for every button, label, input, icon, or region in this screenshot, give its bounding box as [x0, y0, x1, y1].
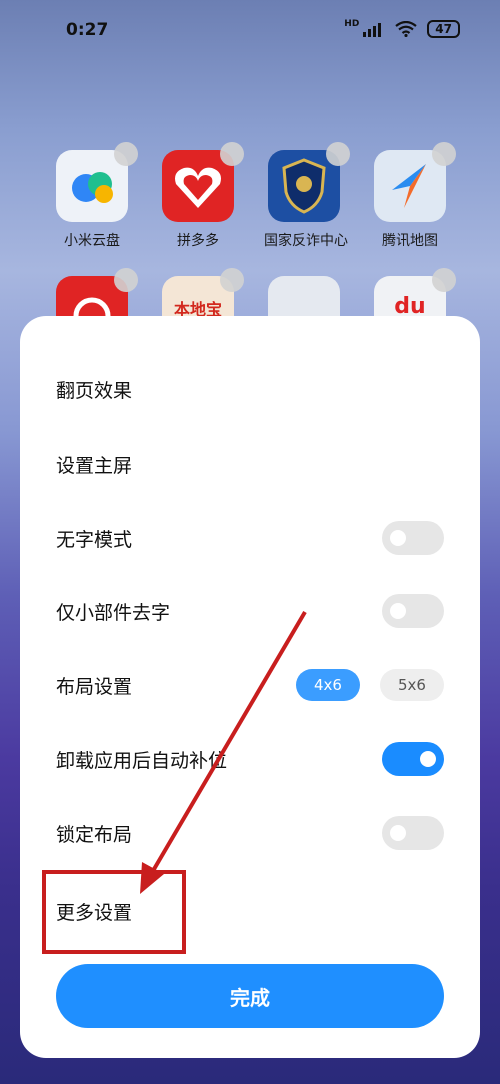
done-button[interactable]: 完成 — [56, 964, 444, 1028]
app-tencent-map[interactable]: 腾讯地图 — [370, 142, 456, 250]
pinduoduo-icon — [162, 142, 244, 222]
row-home-screen[interactable]: 设置主屏 — [56, 439, 444, 489]
remove-badge[interactable] — [432, 268, 456, 292]
remove-badge[interactable] — [114, 268, 138, 292]
wifi-icon — [395, 21, 417, 37]
layout-selector: 4x6 5x6 — [296, 669, 444, 701]
row-layout: 布局设置 4x6 5x6 — [56, 660, 444, 710]
map-icon — [374, 142, 456, 222]
remove-badge[interactable] — [220, 142, 244, 166]
app-anti-fraud[interactable]: 国家反诈中心 — [264, 142, 350, 250]
remove-badge[interactable] — [326, 142, 350, 166]
auto-fill-toggle[interactable] — [382, 742, 444, 776]
row-auto-fill: 卸载应用后自动补位 — [56, 734, 444, 784]
cloud-icon — [56, 142, 138, 222]
layout-option-4x6[interactable]: 4x6 — [296, 669, 360, 701]
widgets-no-text-toggle[interactable] — [382, 594, 444, 628]
status-bar: 0:27 HD 47 — [0, 0, 500, 60]
shield-icon — [268, 142, 350, 222]
status-time: 0:27 — [66, 20, 109, 40]
no-text-mode-toggle[interactable] — [382, 521, 444, 555]
app-pinduoduo[interactable]: 拼多多 — [158, 142, 244, 250]
hd-indicator: HD — [344, 19, 360, 29]
signal-icon — [363, 23, 382, 37]
remove-badge[interactable] — [432, 142, 456, 166]
row-lock-layout: 锁定布局 — [56, 808, 444, 858]
status-icons: HD 47 — [344, 19, 460, 38]
lock-layout-toggle[interactable] — [382, 816, 444, 850]
app-xiaomi-cloud[interactable]: 小米云盘 — [52, 142, 138, 250]
row-no-text-mode: 无字模式 — [56, 513, 444, 563]
layout-option-5x6[interactable]: 5x6 — [380, 669, 444, 701]
row-page-effect[interactable]: 翻页效果 — [56, 364, 444, 414]
row-widgets-no-text: 仅小部件去字 — [56, 586, 444, 636]
remove-badge[interactable] — [220, 268, 244, 292]
annotation-highlight-box — [42, 870, 186, 954]
battery-indicator: 47 — [427, 20, 460, 38]
remove-badge[interactable] — [114, 142, 138, 166]
